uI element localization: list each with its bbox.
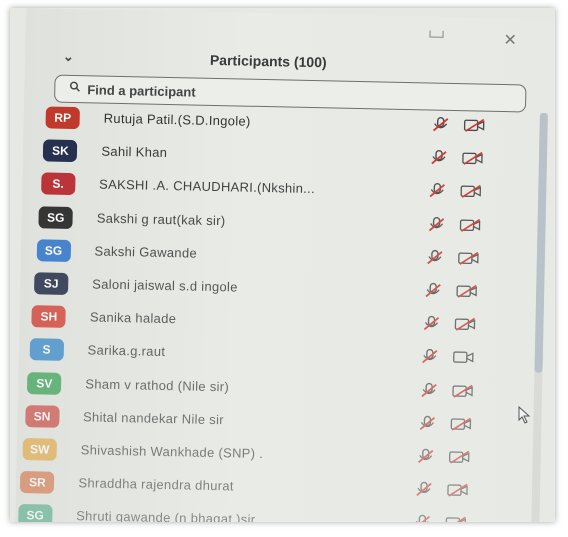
muted-mic-icon[interactable] — [418, 415, 436, 431]
avatar: SG — [38, 205, 74, 229]
muted-mic-icon[interactable] — [430, 150, 448, 166]
participant-name: Rutuja Patil.(S.D.Ingole) — [103, 110, 251, 129]
chevron-down-icon[interactable]: ⌄ — [63, 49, 74, 65]
participant-name: Sanika halade — [89, 309, 177, 327]
participant-row[interactable]: SV Sham v rathod (Nile sir) — [18, 370, 555, 409]
muted-mic-icon[interactable] — [424, 282, 442, 298]
avatar: SR — [20, 471, 55, 494]
muted-mic-icon[interactable] — [414, 515, 432, 522]
minimize-icon[interactable] — [429, 30, 444, 38]
muted-mic-icon[interactable] — [420, 382, 438, 398]
video-off-icon[interactable] — [445, 516, 468, 522]
video-off-icon[interactable] — [462, 151, 484, 166]
video-off-icon[interactable] — [454, 317, 477, 331]
screenshot-frame: ✕ ⌄ Participants (100) RP Rutuja Patil.(S… — [10, 8, 555, 522]
avatar: SV — [27, 371, 62, 395]
muted-mic-icon[interactable] — [417, 448, 435, 464]
participant-name: Shivashish Wankhade (SNP) . — [80, 442, 264, 462]
avatar: SG — [17, 504, 53, 522]
search-icon — [69, 81, 80, 95]
video-off-icon[interactable] — [448, 450, 471, 464]
participant-name: Shraddha rajendra dhurat — [78, 475, 234, 494]
avatar: RP — [45, 106, 80, 130]
mouse-cursor-icon — [518, 406, 531, 424]
video-off-icon[interactable] — [457, 251, 480, 265]
participant-row[interactable]: SK Sahil Khan — [23, 137, 555, 176]
avatar: SG — [36, 239, 71, 262]
participant-name: SAKSHI .A. CHAUDHARI.(Nkshin... — [98, 176, 316, 197]
window-titlebar: ✕ — [25, 8, 555, 51]
participant-name: Sarika.g.raut — [87, 342, 166, 360]
participant-name: Sakshi g raut(kak sir) — [96, 210, 226, 228]
avatar: SJ — [34, 272, 69, 295]
participant-row[interactable]: SW Shivashish Wankhade (SNP) . — [16, 436, 555, 475]
muted-mic-icon[interactable] — [421, 349, 439, 365]
avatar: S. — [40, 172, 76, 196]
video-off-icon[interactable] — [456, 284, 478, 298]
search-input[interactable] — [85, 78, 510, 110]
muted-mic-icon[interactable] — [415, 481, 433, 497]
muted-mic-icon[interactable] — [425, 249, 443, 265]
participant-row[interactable]: SR Shraddha rajendra dhurat — [16, 469, 555, 508]
panel-title: Participants (100) — [209, 51, 327, 71]
participant-name: Shital nandekar Nile sir — [82, 409, 225, 428]
participant-row[interactable]: S. SAKSHI .A. CHAUDHARI.(Nkshin... — [22, 170, 555, 209]
video-off-icon[interactable] — [447, 483, 469, 497]
participant-row[interactable]: SH Sanika halade — [19, 303, 555, 342]
participant-row[interactable]: SG Sakshi g raut(kak sir) — [21, 204, 555, 243]
avatar: SK — [43, 139, 78, 163]
participant-row[interactable]: SG Sakshi Gawande — [21, 237, 555, 276]
muted-mic-icon[interactable] — [431, 117, 449, 133]
participant-name: Sham v rathod (Nile sir) — [85, 375, 230, 394]
avatar: SH — [31, 305, 67, 329]
participant-row[interactable]: SN Shital nandekar Nile sir — [17, 403, 555, 442]
avatar: SW — [22, 438, 57, 461]
participant-name: Sakshi Gawande — [94, 243, 198, 261]
avatar: SN — [24, 404, 60, 428]
muted-mic-icon[interactable] — [422, 316, 440, 332]
participant-name: Saloni jaiswal s.d ingole — [92, 276, 238, 295]
muted-mic-icon[interactable] — [427, 216, 445, 232]
video-off-icon[interactable] — [463, 118, 485, 132]
participant-row[interactable]: SJ Saloni jaiswal s.d ingole — [20, 270, 555, 309]
participant-name: Sahil Khan — [101, 143, 168, 161]
video-icon[interactable] — [453, 350, 475, 364]
video-off-icon[interactable] — [451, 384, 474, 398]
close-icon[interactable]: ✕ — [503, 30, 517, 50]
video-off-icon[interactable] — [460, 185, 482, 199]
muted-mic-icon[interactable] — [428, 183, 446, 199]
avatar: S — [29, 338, 64, 362]
video-off-icon[interactable] — [450, 417, 472, 431]
participant-row[interactable]: S Sarika.g.raut — [19, 336, 555, 375]
participants-panel: ✕ ⌄ Participants (100) RP Rutuja Patil.(S… — [14, 8, 555, 522]
participant-name: Shruti gawande (n bhagat )sir — [76, 508, 256, 522]
video-off-icon[interactable] — [459, 218, 481, 232]
